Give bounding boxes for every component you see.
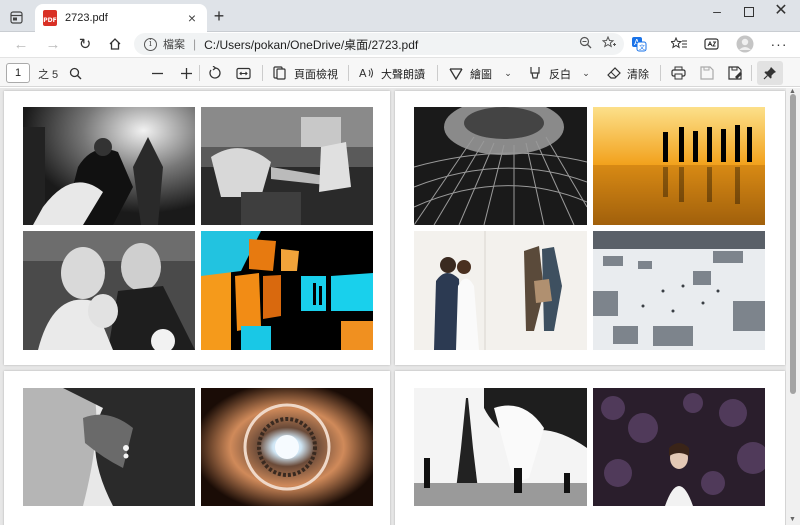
- toolbar-divider: [751, 65, 752, 81]
- minimize-icon[interactable]: –: [702, 2, 732, 22]
- toolbar-divider: [199, 65, 200, 81]
- pdf-toolbar: 1 之 5 頁面檢視 A 大聲朗讀 繪圖 ⌄ 反白 ⌄ 清除: [0, 57, 800, 87]
- window-close-icon[interactable]: ✕: [766, 2, 796, 22]
- toolbar-divider: [660, 65, 661, 81]
- chevron-down-icon[interactable]: ⌄: [577, 64, 595, 82]
- photo-family-portrait: [23, 231, 195, 350]
- close-icon[interactable]: ×: [185, 11, 199, 25]
- pdf-page: [4, 91, 390, 365]
- page-number-input[interactable]: 1: [6, 63, 30, 83]
- photo-dome-ceiling: [201, 388, 373, 506]
- more-icon[interactable]: ···: [768, 34, 790, 54]
- home-icon[interactable]: [104, 34, 126, 54]
- plus-icon[interactable]: +: [209, 7, 229, 27]
- scroll-down-icon[interactable]: ▼: [789, 516, 796, 523]
- url-scheme-label: 檔案: [163, 39, 185, 51]
- photo-couple-with-painting: [414, 231, 587, 350]
- url-text[interactable]: C:/Users/pokan/OneDrive/桌面/2723.pdf: [204, 36, 418, 53]
- tab-title: 2723.pdf: [65, 12, 108, 24]
- zoom-icon[interactable]: [579, 36, 592, 52]
- zoom-out-icon[interactable]: [148, 64, 166, 82]
- photo-building-spiral: [414, 107, 587, 225]
- scrollbar-thumb[interactable]: [790, 94, 796, 394]
- toolbar-divider: [262, 65, 263, 81]
- page-view-icon[interactable]: [270, 64, 288, 82]
- photo-sunset-silhouettes: [593, 107, 765, 225]
- highlight-icon[interactable]: [526, 64, 544, 82]
- translate-icon[interactable]: A文: [628, 34, 650, 54]
- photo-dancing-couple: [23, 107, 195, 225]
- url-separator: |: [193, 37, 197, 51]
- read-aloud-button[interactable]: 大聲朗讀: [381, 66, 425, 82]
- info-icon[interactable]: i: [144, 37, 157, 51]
- photo-dining-scene: [201, 107, 373, 225]
- draw-icon[interactable]: [447, 64, 465, 82]
- forward-arrow-icon[interactable]: →: [42, 34, 64, 54]
- tab-strip: PDF 2723.pdf × + – ✕: [0, 0, 800, 32]
- tab-actions-icon[interactable]: [6, 8, 26, 26]
- pdf-page: [395, 91, 785, 365]
- photo-bride-earring: [23, 388, 195, 506]
- collections-icon[interactable]: [700, 34, 722, 54]
- photo-colorful-windows: [201, 231, 373, 350]
- page-total-label: 之 5: [38, 69, 59, 81]
- pdf-page: [4, 371, 390, 525]
- photo-bride-flowers: [593, 388, 765, 506]
- fit-width-icon[interactable]: [234, 64, 252, 82]
- zoom-in-icon[interactable]: [177, 64, 195, 82]
- back-arrow-icon[interactable]: ←: [10, 34, 32, 54]
- read-aloud-icon[interactable]: A: [358, 64, 376, 82]
- toolbar-divider: [437, 65, 438, 81]
- eraser-icon[interactable]: [605, 64, 623, 82]
- photo-snowy-village: [593, 231, 765, 350]
- toolbar-divider: [348, 65, 349, 81]
- favorites-icon[interactable]: [668, 34, 690, 54]
- vertical-scrollbar[interactable]: ▲ ▼: [786, 88, 800, 525]
- pdf-page: [395, 371, 785, 525]
- chevron-down-icon[interactable]: ⌄: [499, 64, 517, 82]
- pdf-file-icon: PDF: [43, 10, 57, 26]
- maximize-icon[interactable]: [734, 2, 764, 22]
- rotate-icon[interactable]: [206, 64, 224, 82]
- photo-eiffel-tower: [414, 388, 587, 506]
- draw-button[interactable]: 繪圖: [470, 66, 492, 82]
- svg-text:A: A: [359, 67, 367, 80]
- address-bar: ← → ↻ i 檔案 | C:/Users/pokan/OneDrive/桌面/…: [0, 32, 800, 56]
- search-icon[interactable]: [66, 64, 84, 82]
- erase-button[interactable]: 清除: [627, 66, 649, 82]
- save-as-icon[interactable]: [726, 64, 744, 82]
- favorite-add-icon[interactable]: [601, 35, 616, 52]
- refresh-icon[interactable]: ↻: [74, 34, 96, 54]
- save-icon[interactable]: [698, 64, 716, 82]
- pin-icon[interactable]: [757, 61, 783, 85]
- svg-text:文: 文: [639, 44, 645, 52]
- highlight-button[interactable]: 反白: [549, 66, 571, 82]
- page-view-button[interactable]: 頁面檢視: [294, 66, 338, 82]
- print-icon[interactable]: [669, 64, 687, 82]
- url-field[interactable]: i 檔案 | C:/Users/pokan/OneDrive/桌面/2723.p…: [134, 33, 624, 55]
- profile-avatar[interactable]: [734, 34, 756, 54]
- pdf-viewer[interactable]: [0, 88, 786, 525]
- browser-tab[interactable]: PDF 2723.pdf ×: [35, 4, 207, 32]
